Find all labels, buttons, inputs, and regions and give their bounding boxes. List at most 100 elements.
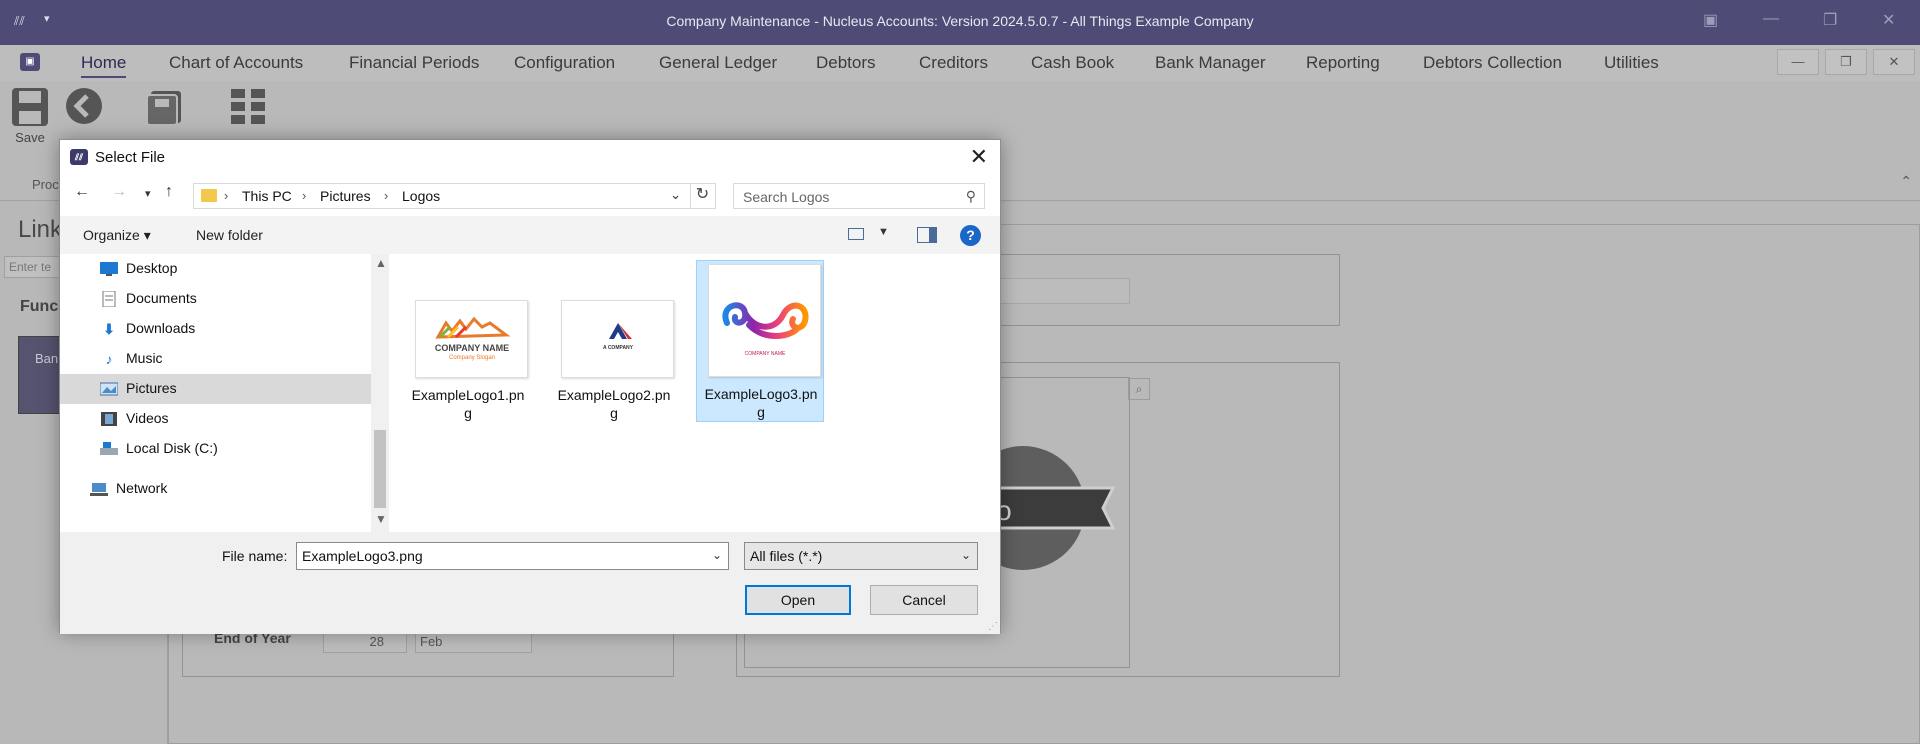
nav-item-downloads[interactable]: ⬇ Downloads bbox=[60, 314, 371, 344]
address-bar[interactable]: › This PC › Pictures › Logos ⌄ bbox=[193, 183, 716, 209]
scrollbar-thumb[interactable] bbox=[374, 430, 386, 508]
file-name-input[interactable]: ExampleLogo3.png ⌄ bbox=[296, 542, 729, 570]
chevron-down-icon: ⌄ bbox=[960, 548, 971, 562]
workspaces-button[interactable] bbox=[228, 87, 268, 147]
file-type-value: All files (*.*) bbox=[750, 548, 823, 564]
music-icon: ♪ bbox=[105, 351, 113, 367]
resize-grip-icon[interactable]: ⋰ bbox=[988, 621, 998, 632]
nav-item-pictures[interactable]: Pictures bbox=[60, 374, 371, 404]
command-bar: Organize ▾ New folder ▼ ? bbox=[60, 216, 1000, 254]
minimize-icon[interactable]: — bbox=[1763, 10, 1779, 28]
functions-heading: Func bbox=[20, 298, 59, 315]
scroll-up-icon[interactable]: ▲ bbox=[375, 256, 387, 270]
cancel-button[interactable]: Cancel bbox=[870, 585, 978, 615]
address-dropdown-icon[interactable]: ⌄ bbox=[670, 187, 681, 203]
tab-creditors[interactable]: Creditors bbox=[919, 53, 988, 73]
search-input[interactable]: Search Logos ⚲ bbox=[733, 183, 985, 209]
breadcrumb-logos[interactable]: Logos bbox=[402, 188, 440, 204]
save-layout-icon bbox=[146, 91, 181, 126]
nav-item-label: Desktop bbox=[126, 260, 178, 276]
file-item-examplelogo1[interactable]: COMPANY NAME Company Slogan ExampleLogo1… bbox=[404, 262, 532, 424]
recent-locations-chevron-icon[interactable]: ▾ bbox=[145, 187, 151, 200]
nav-item-music[interactable]: ♪ Music bbox=[60, 344, 371, 374]
nucleus-logo-icon: ⫽⫽ bbox=[70, 149, 88, 165]
dialog-footer: File name: ExampleLogo3.png ⌄ All files … bbox=[60, 532, 1000, 634]
tab-bank-manager[interactable]: Bank Manager bbox=[1155, 53, 1266, 73]
new-folder-button[interactable]: New folder bbox=[196, 227, 263, 243]
pictures-icon bbox=[99, 381, 119, 397]
network-icon bbox=[90, 481, 108, 497]
file-name-label: ExampleLogo3.png bbox=[704, 386, 818, 420]
local-disk-icon bbox=[100, 441, 118, 457]
ribbon-group-label: Proc bbox=[32, 177, 59, 192]
breadcrumb-separator-icon[interactable]: › bbox=[224, 188, 228, 203]
forward-arrow-icon[interactable]: → bbox=[111, 183, 127, 201]
help-icon[interactable]: ? bbox=[960, 225, 981, 246]
dialog-close-icon[interactable]: ✕ bbox=[970, 144, 988, 170]
dialog-title-bar: ⫽⫽ Select File ✕ bbox=[60, 140, 1000, 173]
tab-debtors-collection[interactable]: Debtors Collection bbox=[1423, 53, 1562, 73]
file-type-select[interactable]: All files (*.*) ⌄ bbox=[744, 542, 978, 570]
mdi-close-icon[interactable]: ✕ bbox=[1873, 49, 1915, 75]
tab-cash-book[interactable]: Cash Book bbox=[1031, 53, 1114, 73]
close-icon[interactable]: ✕ bbox=[1882, 10, 1895, 30]
organize-menu[interactable]: Organize ▾ bbox=[83, 227, 151, 244]
file-name-label: File name: bbox=[222, 548, 288, 564]
videos-icon bbox=[100, 411, 118, 427]
file-name-value: ExampleLogo3.png bbox=[302, 548, 423, 564]
tab-configuration[interactable]: Configuration bbox=[514, 53, 615, 73]
scroll-down-icon[interactable]: ▼ bbox=[375, 512, 387, 526]
file-item-examplelogo3[interactable]: COMPANY NAME ExampleLogo3.png bbox=[696, 260, 824, 422]
nav-item-local-disk[interactable]: Local Disk (C:) bbox=[60, 434, 371, 464]
nav-item-label: Local Disk (C:) bbox=[126, 440, 218, 456]
back-arrow-icon[interactable]: ← bbox=[74, 183, 90, 201]
nav-item-desktop[interactable]: Desktop bbox=[60, 254, 371, 284]
search-placeholder: Search Logos bbox=[743, 189, 830, 205]
tab-financial-periods[interactable]: Financial Periods bbox=[349, 53, 479, 73]
tab-utilities[interactable]: Utilities bbox=[1604, 53, 1659, 73]
refresh-icon[interactable]: ↻ bbox=[690, 184, 714, 208]
grid-icon bbox=[231, 89, 265, 124]
nav-item-network[interactable]: Network bbox=[60, 474, 371, 504]
tab-reporting[interactable]: Reporting bbox=[1306, 53, 1380, 73]
change-view-icon[interactable] bbox=[848, 228, 864, 240]
breadcrumb-pictures[interactable]: Pictures bbox=[320, 188, 371, 204]
breadcrumb-separator-icon[interactable]: › bbox=[302, 188, 306, 203]
nav-item-label: Pictures bbox=[126, 380, 177, 396]
chevron-up-icon[interactable]: ⌃ bbox=[1900, 173, 1912, 190]
save-button[interactable]: Save bbox=[10, 87, 50, 145]
file-item-examplelogo2[interactable]: A COMPANY ExampleLogo2.png bbox=[550, 262, 678, 424]
image-thumbnail: COMPANY NAME bbox=[708, 264, 821, 377]
search-icon: ⚲ bbox=[965, 188, 976, 204]
view-options-chevron-icon[interactable]: ▼ bbox=[878, 226, 889, 238]
preview-pane-icon[interactable] bbox=[917, 227, 937, 243]
back-button[interactable] bbox=[64, 87, 104, 147]
maximize-icon[interactable]: ❐ bbox=[1823, 10, 1837, 30]
search-icon[interactable]: ⌕ bbox=[1128, 378, 1150, 400]
desktop-icon bbox=[100, 261, 118, 277]
breadcrumb-separator-icon[interactable]: › bbox=[384, 188, 388, 203]
thumbnail-title: COMPANY NAME bbox=[435, 343, 509, 353]
nav-item-documents[interactable]: Documents bbox=[60, 284, 371, 314]
mdi-minimize-icon[interactable]: — bbox=[1777, 49, 1819, 75]
thumbnail-title: COMPANY NAME bbox=[745, 351, 786, 357]
nav-item-label: Music bbox=[126, 350, 163, 366]
tab-home[interactable]: Home bbox=[81, 53, 127, 78]
mdi-restore-icon[interactable]: ❐ bbox=[1825, 49, 1867, 75]
nucleus-logo-icon[interactable]: ▣ bbox=[20, 53, 40, 71]
nav-item-label: Videos bbox=[126, 410, 169, 426]
tab-debtors[interactable]: Debtors bbox=[816, 53, 876, 73]
nav-item-videos[interactable]: Videos bbox=[60, 404, 371, 434]
tab-general-ledger[interactable]: General Ledger bbox=[659, 53, 777, 73]
background-combo[interactable] bbox=[990, 278, 1130, 304]
breadcrumb-this-pc[interactable]: This PC bbox=[242, 188, 292, 204]
up-arrow-icon[interactable]: ↑ bbox=[165, 183, 173, 201]
restore-icon[interactable]: ▣ bbox=[1703, 10, 1718, 30]
open-button[interactable]: Open bbox=[745, 585, 851, 615]
chevron-down-icon[interactable]: ⌄ bbox=[712, 548, 722, 562]
file-name-label: ExampleLogo2.png bbox=[557, 387, 671, 421]
navigation-scrollbar[interactable]: ▲ ▼ bbox=[371, 254, 389, 532]
customise-button[interactable] bbox=[144, 87, 184, 147]
tab-chart-of-accounts[interactable]: Chart of Accounts bbox=[169, 53, 303, 73]
window-title: Company Maintenance - Nucleus Accounts: … bbox=[666, 13, 1254, 29]
